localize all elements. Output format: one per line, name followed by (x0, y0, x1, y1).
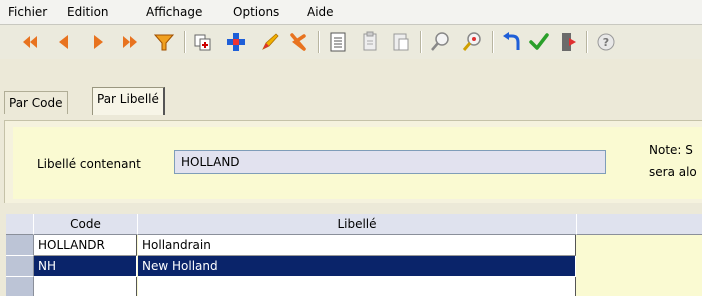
note-line-1: Note: S (649, 143, 693, 157)
toolbar: ? (0, 25, 702, 59)
list-icon[interactable] (326, 30, 350, 54)
paste-icon[interactable] (389, 30, 413, 54)
column-header-libelle[interactable]: Libellé (138, 214, 577, 235)
exit-icon[interactable] (556, 30, 580, 54)
add-icon[interactable] (224, 30, 248, 54)
note-line-2: sera alo (649, 165, 697, 179)
search-input[interactable] (174, 150, 606, 174)
next-record-icon[interactable] (86, 30, 110, 54)
column-header-empty (577, 214, 702, 235)
tab-par-libelle[interactable]: Par Libellé (92, 87, 165, 115)
filter-icon[interactable] (152, 30, 176, 54)
menu-aide[interactable]: Aide (307, 5, 334, 19)
menu-options[interactable]: Options (233, 5, 279, 19)
help-icon[interactable]: ? (594, 30, 618, 54)
first-record-icon[interactable] (18, 30, 42, 54)
last-record-icon[interactable] (118, 30, 142, 54)
menu-affichage[interactable]: Affichage (146, 5, 202, 19)
table-cell-libelle[interactable]: New Holland (138, 256, 576, 277)
row-indicator[interactable] (6, 277, 34, 296)
table-cell-code[interactable]: HOLLANDR (34, 235, 137, 256)
results-grid: Code Libellé HOLLANDR Hollandrain NH New… (6, 214, 702, 296)
find-icon[interactable] (460, 30, 484, 54)
search-icon[interactable] (428, 30, 452, 54)
duplicate-icon[interactable] (191, 30, 215, 54)
table-cell-code[interactable] (34, 277, 137, 296)
search-label: Libellé contenant (37, 157, 141, 171)
menu-fichier[interactable]: Fichier (8, 5, 47, 19)
menu-bar: Fichier Edition Affichage Options Aide (0, 0, 702, 25)
copy-icon[interactable] (358, 30, 382, 54)
row-indicator[interactable] (6, 256, 34, 277)
column-header-code[interactable]: Code (34, 214, 138, 235)
table-cell-code[interactable]: NH (34, 256, 137, 277)
tab-par-code[interactable]: Par Code (4, 91, 68, 114)
validate-icon[interactable] (527, 30, 551, 54)
delete-icon[interactable] (286, 30, 310, 54)
table-cell-libelle[interactable] (138, 277, 576, 296)
undo-icon[interactable] (500, 30, 524, 54)
table-cell-libelle[interactable]: Hollandrain (138, 235, 576, 256)
tab-strip: Par Code Par Libellé (0, 60, 702, 115)
previous-record-icon[interactable] (52, 30, 76, 54)
row-indicator[interactable] (6, 235, 34, 256)
edit-icon[interactable] (258, 30, 282, 54)
menu-edition[interactable]: Edition (67, 5, 109, 19)
svg-text:?: ? (603, 36, 609, 49)
row-indicator-header (6, 214, 34, 235)
